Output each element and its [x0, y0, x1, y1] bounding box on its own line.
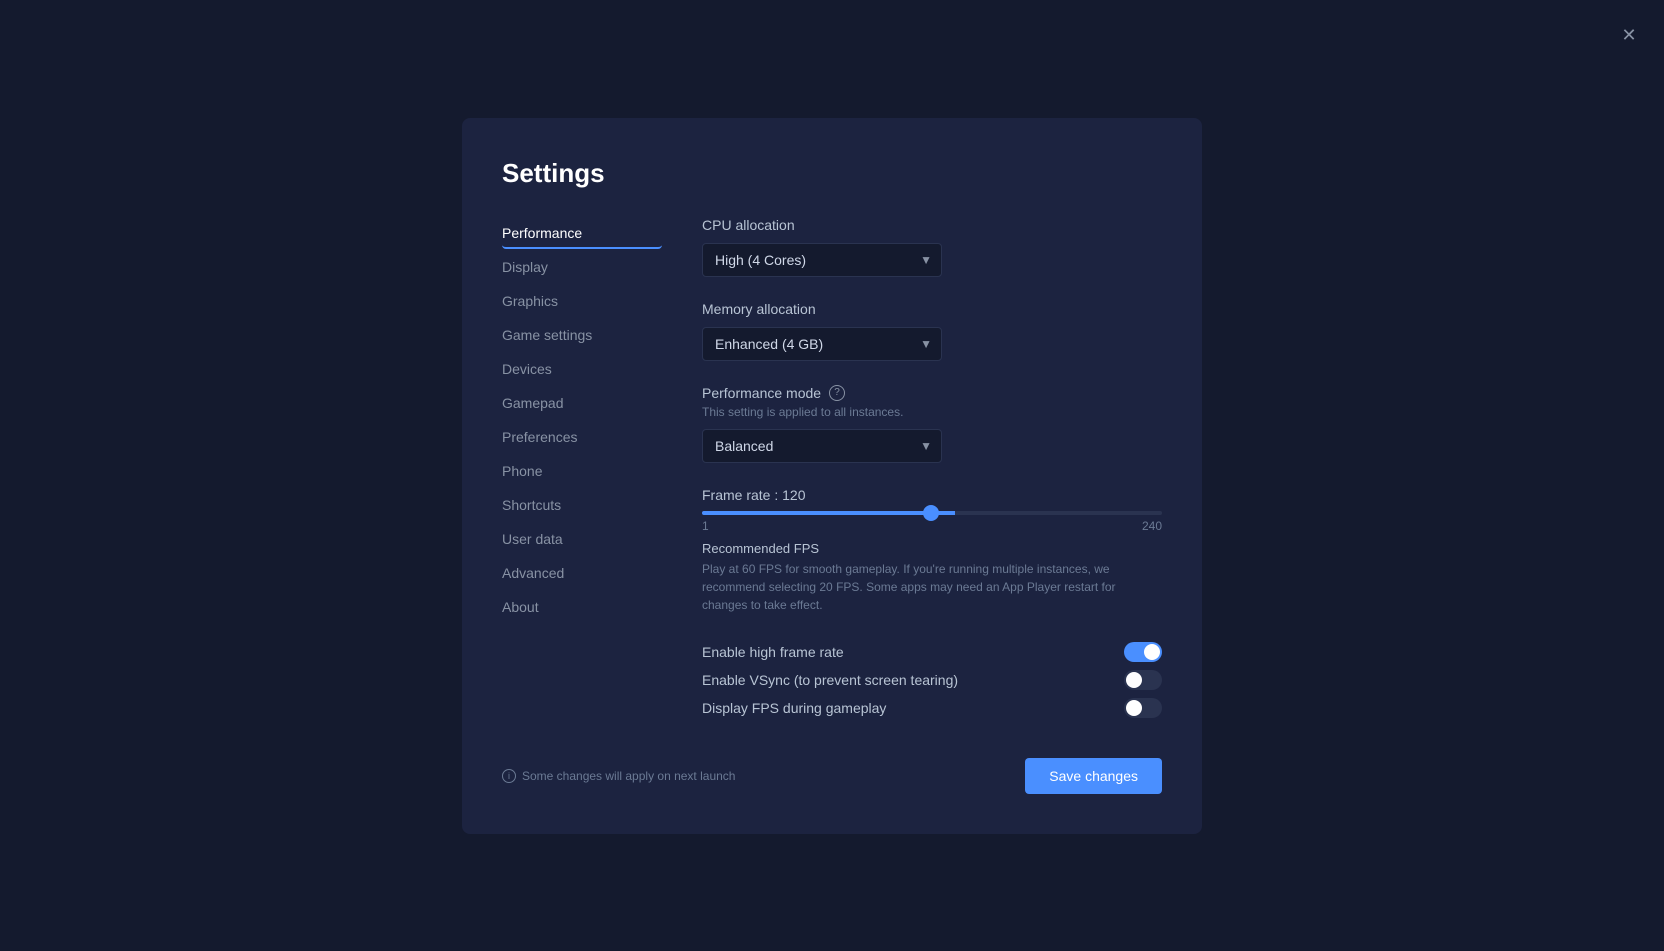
sidebar-item-graphics[interactable]: Graphics: [502, 285, 662, 317]
toggle-row-vsync: Enable VSync (to prevent screen tearing): [702, 666, 1162, 694]
sidebar-item-about[interactable]: About: [502, 591, 662, 623]
settings-dialog: Settings PerformanceDisplayGraphicsGame …: [462, 118, 1202, 834]
performance-mode-label-row: Performance mode ?: [702, 385, 1162, 401]
footer: i Some changes will apply on next launch…: [502, 742, 1162, 794]
fps-rec-description: Play at 60 FPS for smooth gameplay. If y…: [702, 560, 1162, 614]
sidebar-item-gamepad[interactable]: Gamepad: [502, 387, 662, 419]
toggle-label-high-frame-rate: Enable high frame rate: [702, 644, 844, 660]
memory-allocation-wrapper: Enhanced (4 GB) ▼: [702, 327, 942, 361]
sidebar-item-shortcuts[interactable]: Shortcuts: [502, 489, 662, 521]
footer-note-text: Some changes will apply on next launch: [522, 769, 735, 783]
toggle-switch-high-frame-rate[interactable]: [1124, 642, 1162, 662]
sidebar-item-game-settings[interactable]: Game settings: [502, 319, 662, 351]
settings-body: PerformanceDisplayGraphicsGame settingsD…: [502, 217, 1162, 722]
toggle-label-fps-display: Display FPS during gameplay: [702, 700, 886, 716]
performance-mode-wrapper: Balanced ▼: [702, 429, 942, 463]
toggle-switch-vsync[interactable]: [1124, 670, 1162, 690]
toggle-knob-fps-display: [1126, 700, 1142, 716]
toggle-row-fps-display: Display FPS during gameplay: [702, 694, 1162, 722]
cpu-allocation-wrapper: High (4 Cores) ▼: [702, 243, 942, 277]
performance-mode-select[interactable]: Balanced: [702, 429, 942, 463]
toggle-switch-fps-display[interactable]: [1124, 698, 1162, 718]
performance-mode-description: This setting is applied to all instances…: [702, 405, 1162, 419]
content-area: CPU allocation High (4 Cores) ▼ Memory a…: [702, 217, 1162, 722]
toggles-group: Enable high frame rate Enable VSync (to p…: [702, 638, 1162, 722]
sidebar-item-user-data[interactable]: User data: [502, 523, 662, 555]
performance-mode-label: Performance mode: [702, 385, 821, 401]
fps-recommendation: Recommended FPS Play at 60 FPS for smoot…: [702, 541, 1162, 614]
sidebar: PerformanceDisplayGraphicsGame settingsD…: [502, 217, 662, 722]
performance-mode-help-icon[interactable]: ?: [829, 385, 845, 401]
footer-note: i Some changes will apply on next launch: [502, 769, 735, 783]
performance-mode-section: Performance mode ? This setting is appli…: [702, 385, 1162, 463]
memory-allocation-select[interactable]: Enhanced (4 GB): [702, 327, 942, 361]
sidebar-item-advanced[interactable]: Advanced: [502, 557, 662, 589]
slider-min-label: 1: [702, 519, 709, 533]
cpu-allocation-section: CPU allocation High (4 Cores) ▼: [702, 217, 1162, 277]
toggle-row-high-frame-rate: Enable high frame rate: [702, 638, 1162, 666]
memory-allocation-label: Memory allocation: [702, 301, 1162, 317]
cpu-allocation-select[interactable]: High (4 Cores): [702, 243, 942, 277]
save-changes-button[interactable]: Save changes: [1025, 758, 1162, 794]
toggle-label-vsync: Enable VSync (to prevent screen tearing): [702, 672, 958, 688]
slider-range-labels: 1 240: [702, 519, 1162, 533]
slider-container: 1 240: [702, 511, 1162, 533]
toggle-knob-vsync: [1126, 672, 1142, 688]
sidebar-item-performance[interactable]: Performance: [502, 217, 662, 249]
sidebar-item-preferences[interactable]: Preferences: [502, 421, 662, 453]
toggle-knob-high-frame-rate: [1144, 644, 1160, 660]
slider-max-label: 240: [1142, 519, 1162, 533]
cpu-allocation-label: CPU allocation: [702, 217, 1162, 233]
frame-rate-section: Frame rate : 120 1 240 Recommended FPS P…: [702, 487, 1162, 614]
sidebar-item-display[interactable]: Display: [502, 251, 662, 283]
fps-rec-title: Recommended FPS: [702, 541, 1162, 556]
footer-note-icon: i: [502, 769, 516, 783]
frame-rate-slider[interactable]: [702, 511, 1162, 515]
sidebar-item-devices[interactable]: Devices: [502, 353, 662, 385]
frame-rate-label: Frame rate : 120: [702, 487, 1162, 503]
sidebar-item-phone[interactable]: Phone: [502, 455, 662, 487]
memory-allocation-section: Memory allocation Enhanced (4 GB) ▼: [702, 301, 1162, 361]
close-button[interactable]: ✕: [1614, 20, 1644, 50]
settings-title: Settings: [502, 158, 1162, 189]
